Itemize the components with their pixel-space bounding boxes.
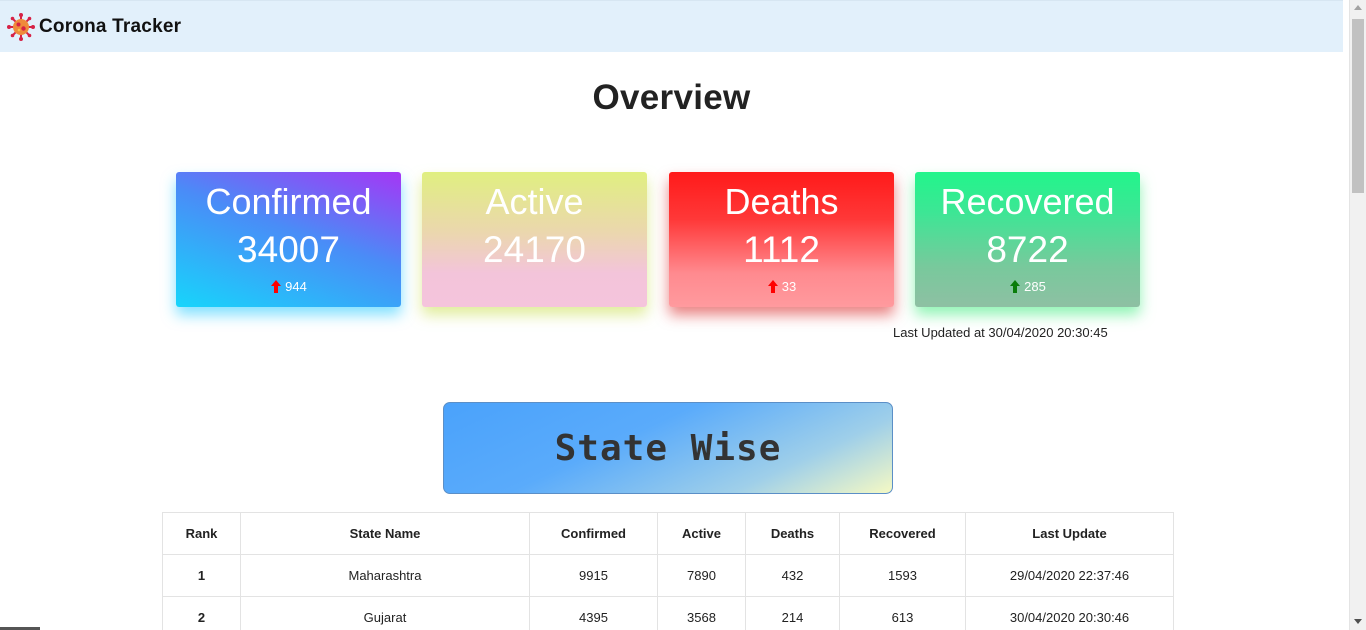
deaths-card: Deaths 1112 33: [669, 172, 894, 307]
cell-rank: 1: [162, 554, 241, 597]
confirmed-label: Confirmed: [205, 181, 372, 222]
confirmed-value: 34007: [237, 229, 340, 270]
recovered-value: 8722: [986, 229, 1069, 270]
deaths-value: 1112: [743, 229, 820, 270]
column-header-confirmed[interactable]: Confirmed: [529, 512, 658, 555]
column-header-active[interactable]: Active: [657, 512, 746, 555]
recovered-card: Recovered 8722 285: [915, 172, 1140, 307]
last-updated-text: Last Updated at 30/04/2020 20:30:45: [893, 325, 1108, 340]
cell-state-name: Gujarat: [240, 596, 530, 630]
deaths-label: Deaths: [724, 181, 839, 222]
deaths-delta-value: 33: [781, 278, 797, 294]
vertical-scrollbar[interactable]: [1349, 0, 1366, 630]
column-header-deaths[interactable]: Deaths: [745, 512, 840, 555]
cell-last-update: 29/04/2020 22:37:46: [965, 554, 1174, 597]
deaths-delta: 33: [669, 278, 894, 294]
confirmed-delta: 944: [176, 278, 401, 294]
cell-recovered: 1593: [839, 554, 966, 597]
cell-deaths: 432: [745, 554, 840, 597]
cell-active: 7890: [657, 554, 746, 597]
cell-confirmed: 9915: [529, 554, 658, 597]
arrow-up-icon: [1009, 279, 1021, 293]
arrow-up-icon: [767, 279, 779, 293]
column-header-last-update[interactable]: Last Update: [965, 512, 1174, 555]
active-label: Active: [485, 181, 584, 222]
overview-title: Overview: [592, 78, 751, 117]
recovered-label: Recovered: [940, 181, 1115, 222]
table-header-row: Rank State Name Confirmed Active Deaths …: [162, 512, 1174, 555]
recovered-delta: 285: [915, 278, 1140, 294]
recovered-delta-value: 285: [1024, 278, 1046, 294]
virus-icon: [7, 12, 35, 41]
cell-deaths: 214: [745, 596, 840, 630]
brand-title[interactable]: Corona Tracker: [39, 16, 181, 38]
state-wise-banner: State Wise: [443, 402, 893, 494]
cell-rank: 2: [162, 596, 241, 630]
arrow-up-icon: [270, 279, 282, 293]
active-card: Active 24170: [422, 172, 647, 307]
scroll-down-arrow-icon[interactable]: [1354, 619, 1362, 624]
table-row: 2 Gujarat 4395 3568 214 613 30/04/2020 2…: [162, 596, 1174, 630]
table-row: 1 Maharashtra 9915 7890 432 1593 29/04/2…: [162, 554, 1174, 597]
scrollbar-thumb[interactable]: [1352, 19, 1364, 193]
cell-confirmed: 4395: [529, 596, 658, 630]
confirmed-card: Confirmed 34007 944: [176, 172, 401, 307]
active-value: 24170: [483, 229, 586, 270]
column-header-state-name[interactable]: State Name: [240, 512, 530, 555]
confirmed-delta-value: 944: [285, 278, 307, 294]
state-wise-title: State Wise: [554, 427, 782, 469]
cell-last-update: 30/04/2020 20:30:46: [965, 596, 1174, 630]
scroll-up-arrow-icon[interactable]: [1354, 5, 1362, 10]
column-header-rank[interactable]: Rank: [162, 512, 241, 555]
cell-state-name: Maharashtra: [240, 554, 530, 597]
state-table: Rank State Name Confirmed Active Deaths …: [162, 512, 1174, 630]
cell-recovered: 613: [839, 596, 966, 630]
column-header-recovered[interactable]: Recovered: [839, 512, 966, 555]
top-navbar: Corona Tracker: [0, 0, 1343, 52]
cell-active: 3568: [657, 596, 746, 630]
